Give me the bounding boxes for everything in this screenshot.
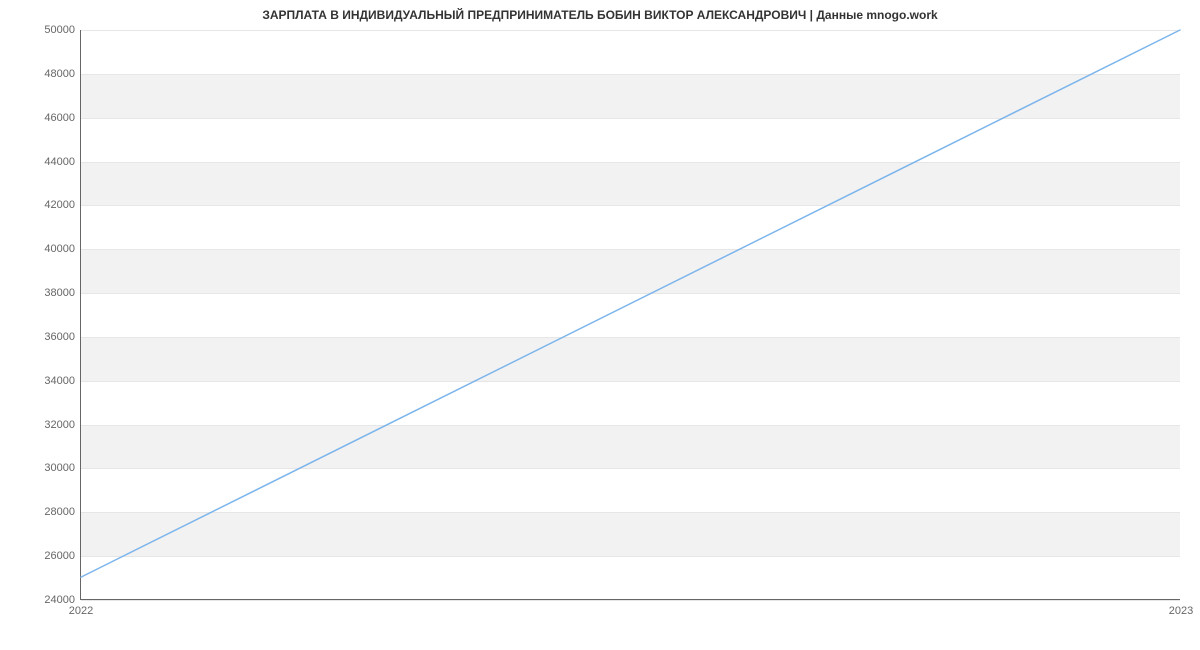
y-axis-label: 36000 [44,331,75,343]
y-axis-label: 34000 [44,375,75,387]
chart-container: ЗАРПЛАТА В ИНДИВИДУАЛЬНЫЙ ПРЕДПРИНИМАТЕЛ… [0,0,1200,650]
y-axis-label: 50000 [44,24,75,36]
y-axis-label: 48000 [44,68,75,80]
x-axis-label: 2022 [69,605,93,617]
y-grid-line [81,600,1180,601]
y-axis-label: 46000 [44,112,75,124]
chart-title: ЗАРПЛАТА В ИНДИВИДУАЛЬНЫЙ ПРЕДПРИНИМАТЕЛ… [0,8,1200,22]
y-axis-label: 28000 [44,506,75,518]
chart-line [81,30,1180,599]
y-axis-label: 38000 [44,287,75,299]
y-axis-label: 40000 [44,243,75,255]
y-axis-label: 42000 [44,199,75,211]
y-axis-label: 30000 [44,462,75,474]
x-axis-label: 2023 [1169,605,1193,617]
data-line [81,30,1180,577]
y-axis-label: 26000 [44,550,75,562]
plot-area: 2400026000280003000032000340003600038000… [80,30,1180,600]
y-axis-label: 32000 [44,419,75,431]
y-axis-label: 44000 [44,156,75,168]
